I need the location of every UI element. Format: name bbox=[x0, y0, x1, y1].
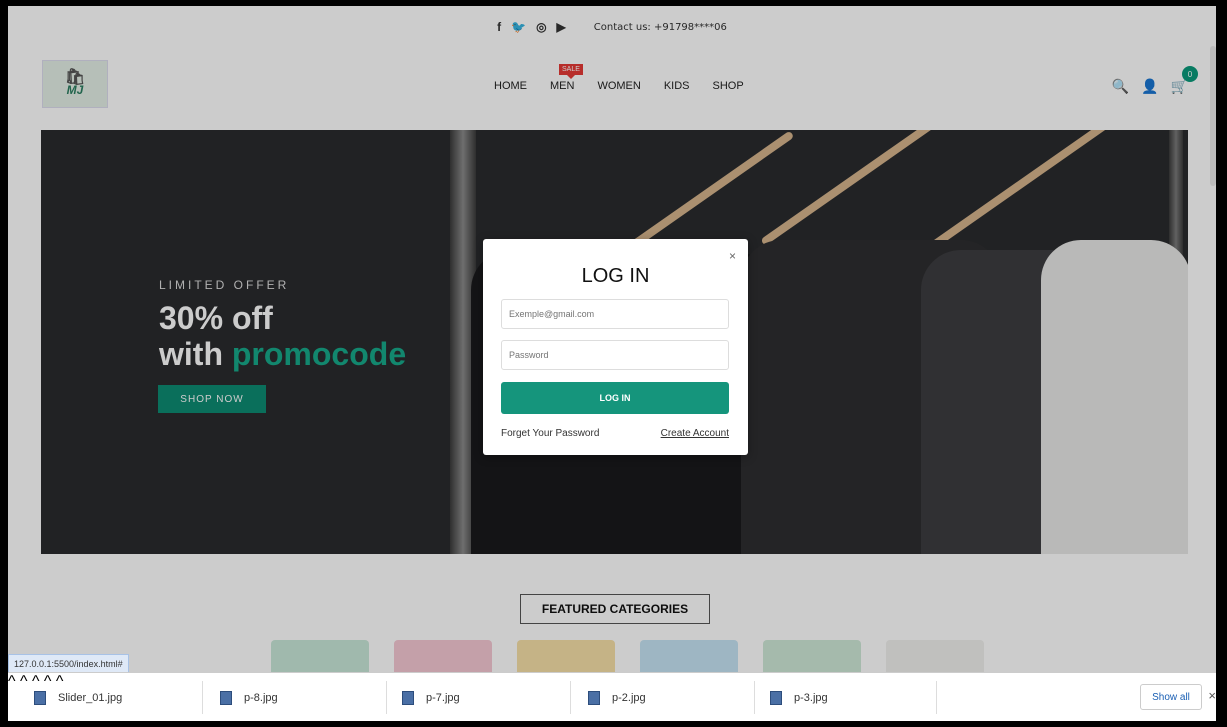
download-filename: p-8.jpg bbox=[244, 692, 278, 704]
download-filename: p-2.jpg bbox=[612, 692, 646, 704]
download-item[interactable]: p-7.jpg bbox=[402, 688, 460, 708]
email-field[interactable] bbox=[501, 299, 729, 329]
scrollbar[interactable] bbox=[1210, 46, 1216, 186]
divider bbox=[570, 681, 571, 714]
status-url: 127.0.0.1:5500/index.html# bbox=[8, 654, 129, 674]
image-file-icon bbox=[220, 691, 232, 705]
show-all-button[interactable]: Show all bbox=[1140, 684, 1202, 710]
browser-viewport: f 🐦 ◎ ▶ Contact us: +91798****06 🛍 MJ HO… bbox=[8, 6, 1216, 721]
login-title: LOG IN bbox=[581, 265, 650, 287]
login-button[interactable]: LOG IN bbox=[501, 382, 729, 414]
forgot-password-link[interactable]: Forget Your Password bbox=[501, 428, 599, 439]
download-filename: Slider_01.jpg bbox=[58, 692, 123, 704]
create-account-link[interactable]: Create Account bbox=[661, 428, 729, 439]
download-filename: p-7.jpg bbox=[426, 692, 460, 704]
download-bar: Slider_01.jpg ^ p-8.jpg ^ p-7.jpg ^ p-2.… bbox=[8, 672, 1216, 721]
password-field[interactable] bbox=[501, 340, 729, 370]
divider bbox=[754, 681, 755, 714]
download-item[interactable]: p-2.jpg bbox=[588, 688, 646, 708]
close-icon[interactable]: × bbox=[729, 249, 736, 263]
divider bbox=[936, 681, 937, 714]
download-item[interactable]: Slider_01.jpg bbox=[34, 688, 122, 708]
image-file-icon bbox=[402, 691, 414, 705]
divider bbox=[386, 681, 387, 714]
image-file-icon bbox=[770, 691, 782, 705]
divider bbox=[202, 681, 203, 714]
login-modal: × LOG IN LOG IN Forget Your Password Cre… bbox=[483, 239, 748, 455]
image-file-icon bbox=[34, 691, 46, 705]
download-item[interactable]: p-3.jpg bbox=[770, 688, 828, 708]
chevron-up-icon[interactable]: ^ bbox=[8, 673, 16, 690]
download-item[interactable]: p-8.jpg bbox=[220, 688, 278, 708]
image-file-icon bbox=[588, 691, 600, 705]
download-filename: p-3.jpg bbox=[794, 692, 828, 704]
close-icon[interactable]: × bbox=[1208, 688, 1216, 703]
chevron-up-icon[interactable]: ^ bbox=[20, 673, 28, 690]
